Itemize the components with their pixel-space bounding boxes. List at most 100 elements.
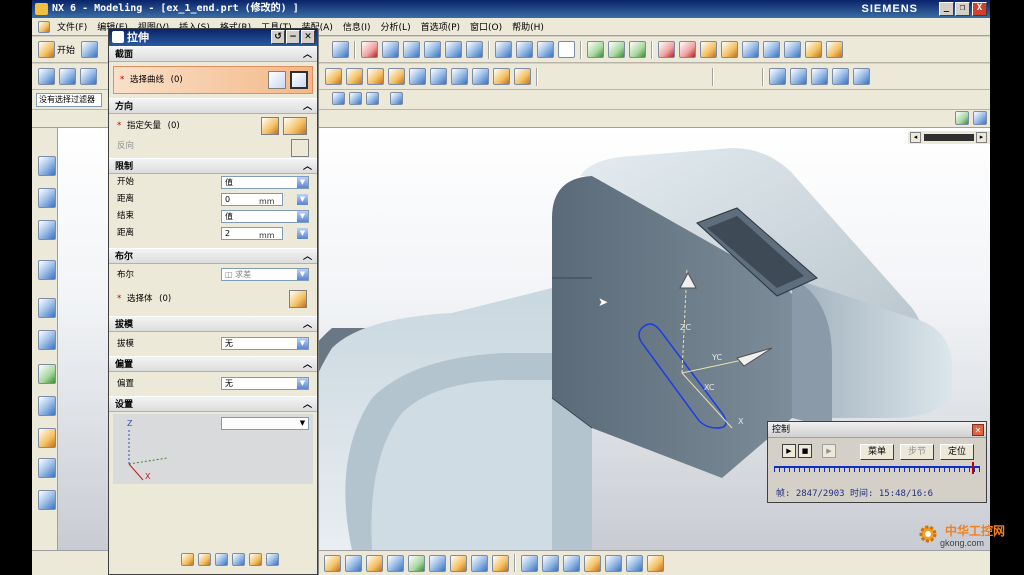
part-navigator-icon[interactable] xyxy=(38,220,56,240)
playback-timeline[interactable] xyxy=(774,462,980,474)
limits-header[interactable]: 限制 ︿ xyxy=(109,158,317,174)
hd3d-tools-icon[interactable] xyxy=(38,490,56,510)
snap-intersect-icon[interactable] xyxy=(805,41,823,58)
start-icon[interactable] xyxy=(38,41,55,58)
settings-select[interactable]: ▼ xyxy=(221,417,309,430)
bottom-tool-10-icon[interactable] xyxy=(521,554,538,572)
select-icon[interactable] xyxy=(658,41,676,58)
history-icon[interactable] xyxy=(38,298,56,318)
step-icon[interactable]: ▶ xyxy=(822,444,836,458)
close-dialog-icon[interactable]: ✕ xyxy=(301,30,315,44)
zoom-window-icon[interactable] xyxy=(382,41,400,58)
line-icon[interactable] xyxy=(543,68,560,85)
pad-icon[interactable] xyxy=(388,68,405,85)
minimize-button[interactable]: _ xyxy=(939,2,954,16)
scroll-left-icon[interactable]: ◂ xyxy=(910,132,921,143)
menu-analysis[interactable]: 分析(L) xyxy=(376,20,416,33)
snap-point-icon[interactable] xyxy=(679,41,697,58)
reset-icon[interactable]: ↺ xyxy=(271,30,285,44)
chevron-up-icon[interactable]: ︿ xyxy=(303,159,312,175)
rotate-icon[interactable] xyxy=(332,41,350,58)
constraint-navigator-icon[interactable] xyxy=(38,188,56,208)
perspective-icon[interactable] xyxy=(466,41,484,58)
control-title-bar[interactable]: 控制 ✕ xyxy=(768,422,986,438)
chevron-down-icon[interactable]: ▼ xyxy=(297,378,308,389)
pan-icon[interactable] xyxy=(445,41,463,58)
menu-file[interactable]: 文件(F) xyxy=(52,20,92,33)
menu-info[interactable]: 信息(I) xyxy=(338,20,376,33)
menu-preferences[interactable]: 首选项(P) xyxy=(416,20,465,33)
snap-quad-icon[interactable] xyxy=(763,41,781,58)
restore-button[interactable]: ❐ xyxy=(955,2,970,16)
chevron-down-icon[interactable]: ▼ xyxy=(297,338,308,349)
offset-surface-icon[interactable] xyxy=(832,68,849,85)
bottom-tool-8-icon[interactable] xyxy=(471,554,488,572)
chamfer-icon[interactable] xyxy=(472,68,489,85)
bottom-tool-11-icon[interactable] xyxy=(542,554,559,572)
assembly-navigator-icon[interactable] xyxy=(38,156,56,176)
chevron-down-icon[interactable]: ▼ xyxy=(297,211,308,222)
wireframe-icon[interactable] xyxy=(537,41,555,58)
section-sketch-icon[interactable] xyxy=(268,71,286,89)
system-scenes-icon[interactable] xyxy=(38,458,56,478)
pocket-icon[interactable] xyxy=(367,68,384,85)
bottom-tool-12-icon[interactable] xyxy=(563,554,580,572)
point-icon[interactable] xyxy=(585,68,602,85)
footer-tool-5-icon[interactable] xyxy=(249,553,262,566)
boss-icon[interactable] xyxy=(346,68,363,85)
chevron-up-icon[interactable]: ︿ xyxy=(303,317,312,333)
bottom-tool-1-icon[interactable] xyxy=(324,554,341,572)
render-style-icon[interactable] xyxy=(495,41,513,58)
face-analysis-icon[interactable] xyxy=(853,68,870,85)
footer-tool-4-icon[interactable] xyxy=(232,553,245,566)
view-scroll-control[interactable]: ◂ ▸ xyxy=(908,131,990,144)
menu-help[interactable]: 帮助(H) xyxy=(507,20,549,33)
specify-vector-row[interactable]: * 指定矢量 (0) xyxy=(109,114,317,138)
system-materials-icon[interactable] xyxy=(38,330,56,350)
spline-icon[interactable] xyxy=(606,68,623,85)
draft-select[interactable]: 无 ▼ xyxy=(221,337,309,350)
close-button[interactable]: X xyxy=(972,2,987,16)
direction-header[interactable]: 方向 ︿ xyxy=(109,98,317,114)
offset-header[interactable]: 偏置 ︿ xyxy=(109,356,317,372)
extrude-dialog-title-bar[interactable]: 拉伸 ↺ − ✕ xyxy=(109,29,317,46)
snap-grid-icon[interactable] xyxy=(349,92,362,105)
step-button[interactable]: 步节 xyxy=(900,444,934,460)
snap-mid-icon[interactable] xyxy=(721,41,739,58)
snap-on-curve-icon[interactable] xyxy=(784,41,802,58)
bottom-tool-6-icon[interactable] xyxy=(429,554,446,572)
bottom-tool-15-icon[interactable] xyxy=(626,554,643,572)
bottom-tool-13-icon[interactable] xyxy=(584,554,601,572)
shaded-icon[interactable] xyxy=(516,41,534,58)
sketch-icon[interactable] xyxy=(38,68,55,85)
vector-type-icon[interactable] xyxy=(283,117,307,135)
footer-tool-6-icon[interactable] xyxy=(266,553,279,566)
bottom-tool-4-icon[interactable] xyxy=(387,554,404,572)
draft-header[interactable]: 拔模 ︿ xyxy=(109,316,317,332)
chevron-up-icon[interactable]: ︿ xyxy=(303,357,312,373)
bottom-tool-5-icon[interactable] xyxy=(408,554,425,572)
footer-tool-2-icon[interactable] xyxy=(198,553,211,566)
reuse-library-icon[interactable] xyxy=(38,260,56,280)
chevron-down-icon[interactable]: ▼ xyxy=(297,269,308,280)
fillet-curve-icon[interactable] xyxy=(669,68,686,85)
resource-bar-icon[interactable] xyxy=(955,111,969,125)
snap-center-icon[interactable] xyxy=(742,41,760,58)
menu-button[interactable]: 菜单 xyxy=(860,444,894,460)
offset-select[interactable]: 无 ▼ xyxy=(221,377,309,390)
bottom-tool-2-icon[interactable] xyxy=(345,554,362,572)
menu-window[interactable]: 窗口(O) xyxy=(465,20,507,33)
snap-extra-icon[interactable] xyxy=(826,41,844,58)
fit-view-icon[interactable] xyxy=(361,41,379,58)
bottom-tool-3-icon[interactable] xyxy=(366,554,383,572)
snap-end-icon[interactable] xyxy=(700,41,718,58)
arrow-down-icon[interactable]: ▼ xyxy=(297,228,308,239)
selection-filter-select[interactable]: 没有选择过滤器 xyxy=(36,93,102,107)
timeline-playhead[interactable] xyxy=(972,462,974,474)
vector-dialog-icon[interactable] xyxy=(261,117,279,135)
close-control-icon[interactable]: ✕ xyxy=(972,424,984,436)
zoom-icon[interactable] xyxy=(403,41,421,58)
scroll-right-icon[interactable]: ▸ xyxy=(976,132,987,143)
start-button[interactable]: 开始 xyxy=(57,43,75,56)
chevron-up-icon[interactable]: ︿ xyxy=(303,397,312,413)
